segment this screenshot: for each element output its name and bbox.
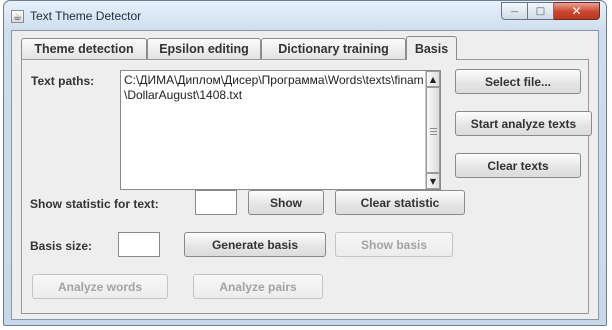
statistic-text-input[interactable] — [195, 190, 237, 215]
grip-line — [430, 131, 437, 132]
client-area: Theme detection Epsilon editing Dictiona… — [11, 30, 599, 320]
scroll-up-button[interactable]: ▲ — [426, 71, 440, 87]
analyze-words-button[interactable]: Analyze words — [32, 274, 168, 299]
text-paths-label: Text paths: — [31, 74, 95, 88]
vertical-scrollbar[interactable]: ▲ ▼ — [425, 71, 440, 189]
analyze-pairs-button[interactable]: Analyze pairs — [193, 274, 323, 299]
tab-epsilon-editing[interactable]: Epsilon editing — [147, 38, 261, 59]
java-icon: ☕ — [11, 10, 24, 23]
arrow-down-icon: ▼ — [429, 176, 437, 186]
close-button[interactable]: ✕ — [554, 2, 600, 20]
show-basis-button[interactable]: Show basis — [335, 232, 453, 257]
close-icon: ✕ — [571, 4, 582, 18]
clear-texts-button[interactable]: Clear texts — [455, 153, 581, 178]
tab-basis[interactable]: Basis — [406, 36, 457, 60]
show-button[interactable]: Show — [248, 190, 324, 215]
title-bar[interactable]: ☕ Text Theme Detector — □ ✕ — [4, 1, 606, 31]
minimize-button[interactable]: — — [501, 2, 528, 20]
grip-line — [430, 134, 437, 135]
text-paths-value: C:\ДИМА\Диплом\Дисер\Программа\Words\tex… — [124, 73, 424, 102]
maximize-button[interactable]: □ — [528, 2, 554, 20]
grip-line — [430, 128, 437, 129]
arrow-up-icon: ▲ — [429, 74, 437, 84]
select-file-button[interactable]: Select file... — [455, 69, 581, 94]
basis-size-label: Basis size: — [30, 239, 93, 253]
minimize-icon: — — [510, 6, 519, 16]
window-controls: — □ ✕ — [501, 2, 600, 21]
basis-panel: Text paths: C:\ДИМА\Диплом\Дисер\Програм… — [21, 59, 592, 314]
basis-size-input[interactable] — [118, 232, 160, 257]
show-statistic-label: Show statistic for text: — [30, 197, 159, 211]
clear-statistic-button[interactable]: Clear statistic — [335, 190, 465, 215]
tab-theme-detection[interactable]: Theme detection — [21, 38, 147, 59]
generate-basis-button[interactable]: Generate basis — [184, 232, 326, 257]
start-analyze-texts-button[interactable]: Start analyze texts — [455, 111, 592, 136]
scroll-down-button[interactable]: ▼ — [426, 173, 440, 189]
scroll-thumb[interactable] — [426, 87, 440, 173]
window-title: Text Theme Detector — [30, 9, 142, 23]
tab-dictionary-training[interactable]: Dictionary training — [261, 38, 406, 59]
app-window: ☕ Text Theme Detector — □ ✕ Theme detect… — [3, 0, 607, 326]
text-paths-area[interactable]: C:\ДИМА\Диплом\Дисер\Программа\Words\tex… — [120, 70, 441, 190]
maximize-icon: □ — [535, 5, 546, 17]
